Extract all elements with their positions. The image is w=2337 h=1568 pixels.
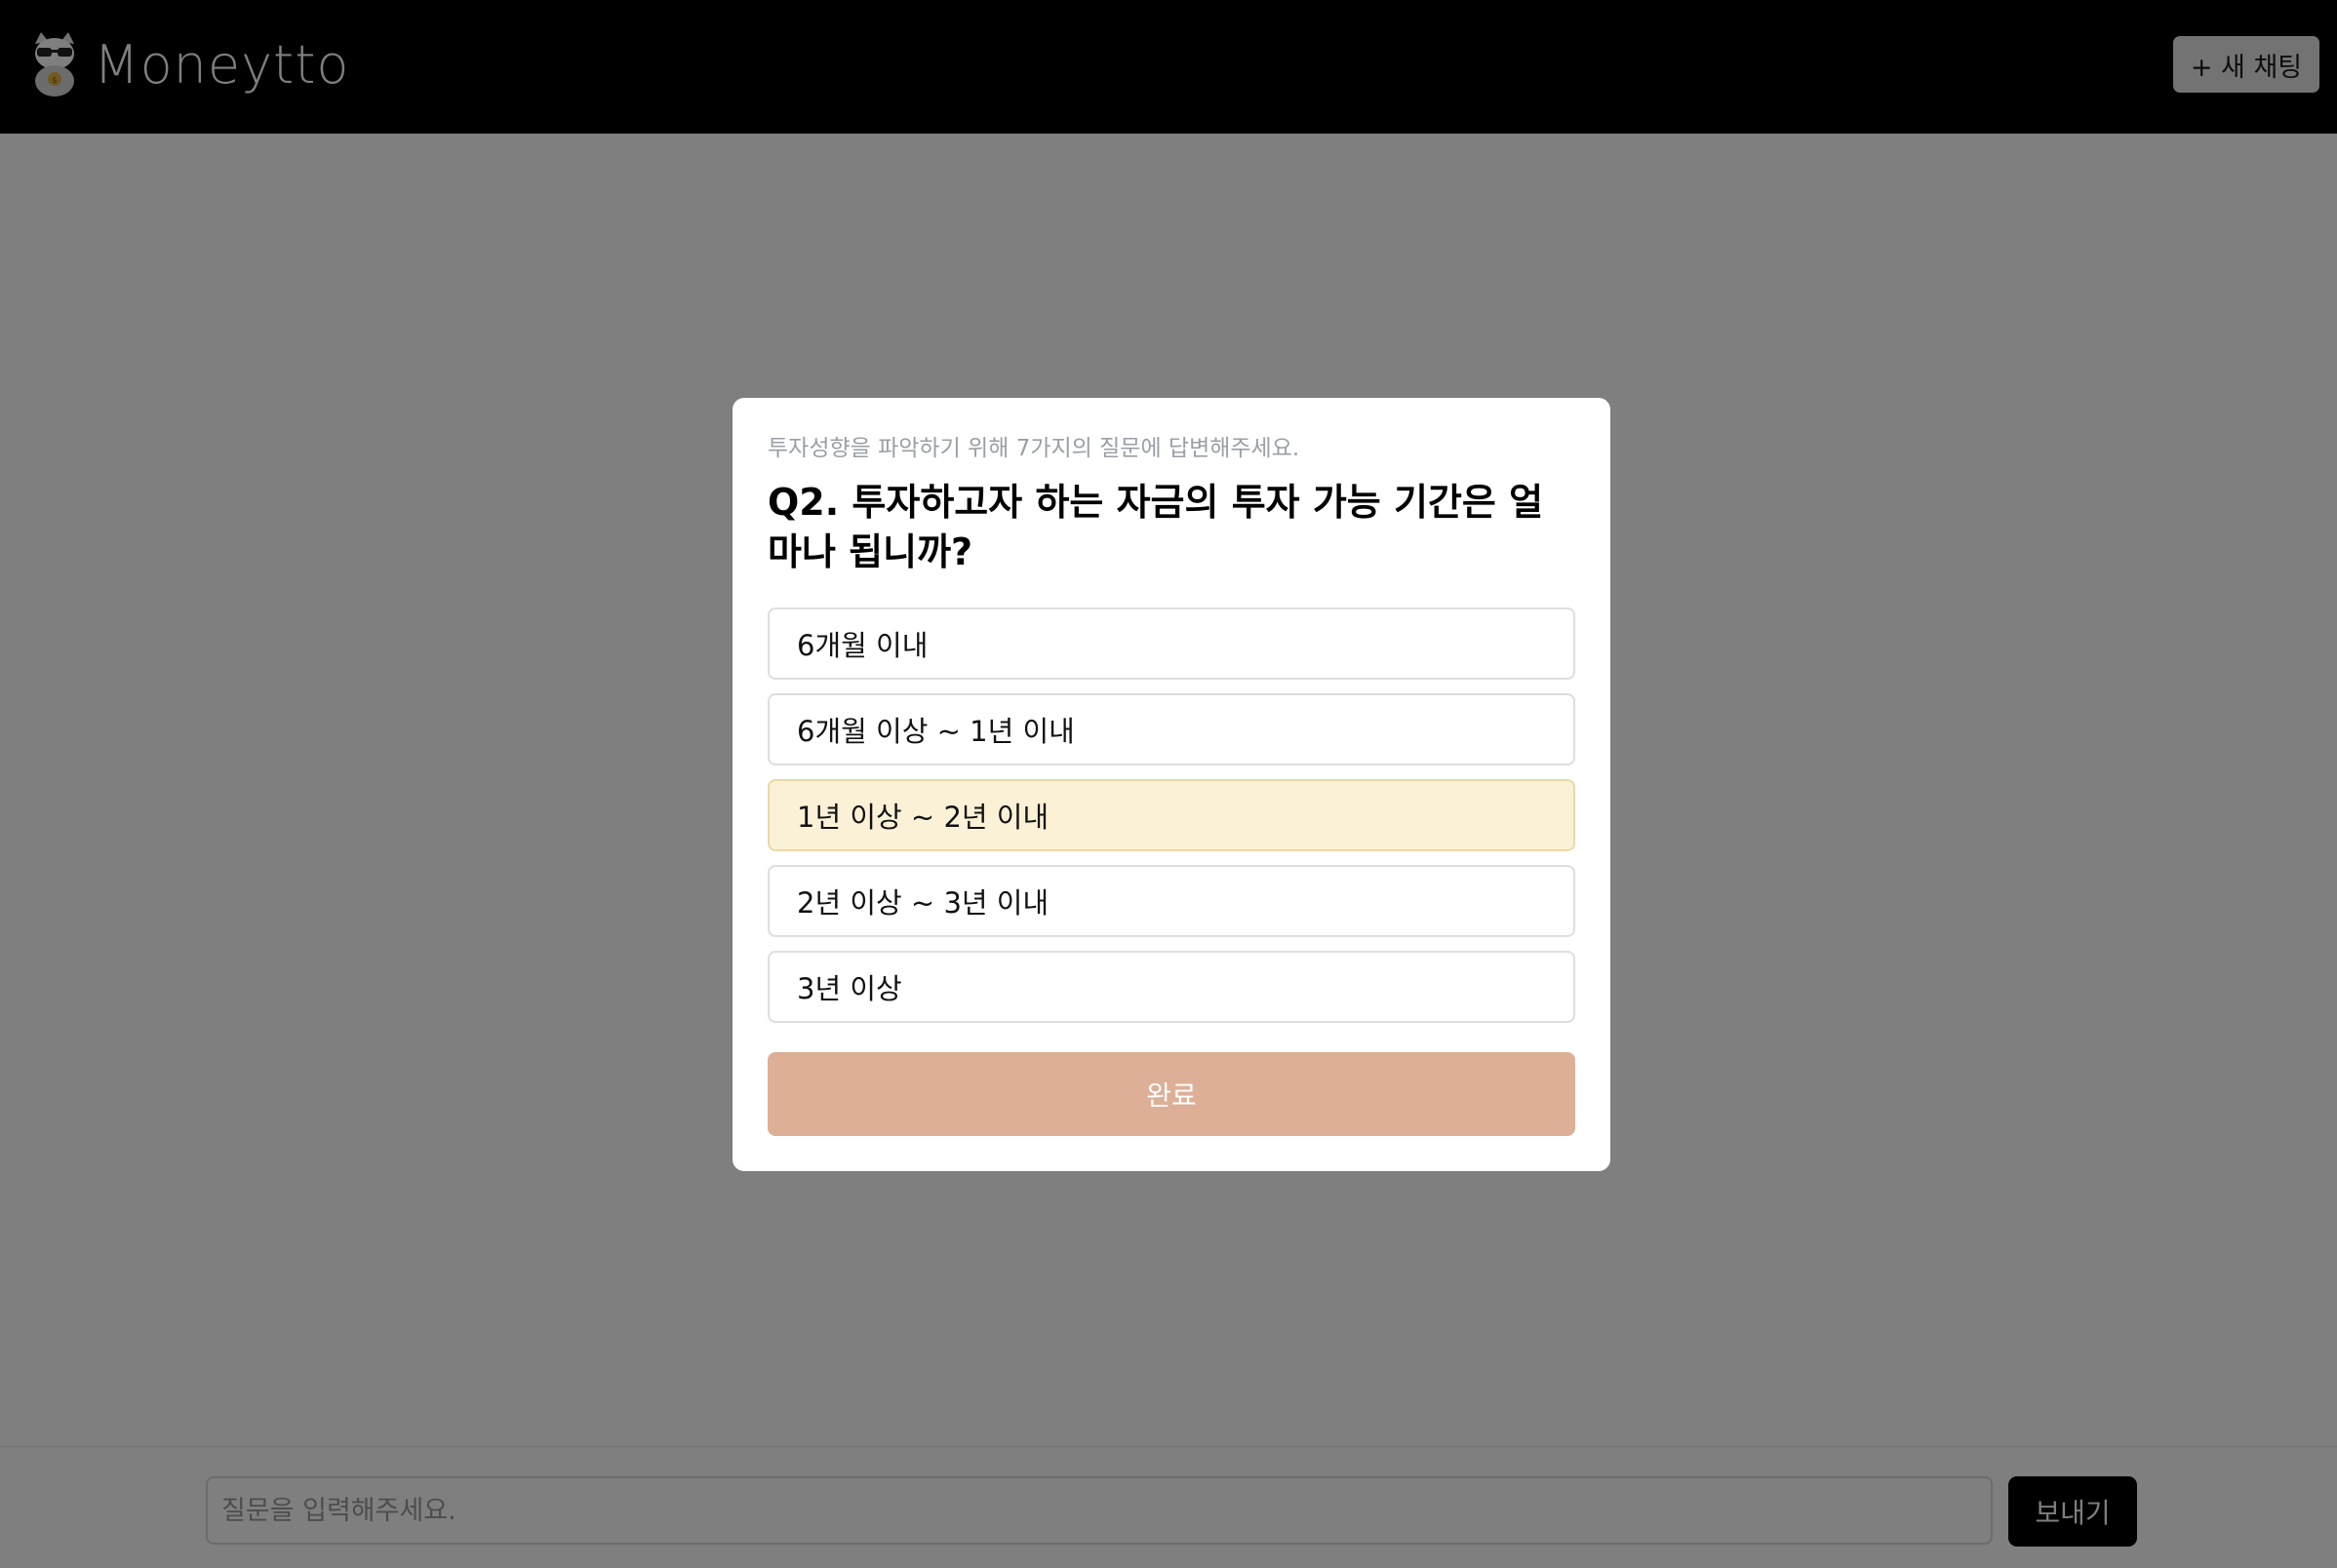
answer-option[interactable]: 6개월 이상 ~ 1년 이내 (768, 692, 1575, 765)
survey-intro: 투자성향을 파악하기 위해 7가지의 질문에 답변해주세요. (768, 436, 1300, 461)
answer-options: 6개월 이내 6개월 이상 ~ 1년 이내 1년 이상 ~ 2년 이내 2년 이… (768, 607, 1575, 1037)
answer-option[interactable]: 2년 이상 ~ 3년 이내 (768, 864, 1575, 937)
done-button[interactable]: 완료 (768, 1051, 1575, 1136)
header-dim-overlay (0, 0, 2337, 134)
app-root: $ Moneytto + 새 채팅 보내기 투자성향을 파악하기 위해 7가지의… (0, 0, 2337, 1568)
answer-option[interactable]: 6개월 이내 (768, 607, 1575, 680)
survey-modal: 투자성향을 파악하기 위해 7가지의 질문에 답변해주세요. Q2. 투자하고자… (733, 398, 1610, 1171)
answer-option-selected[interactable]: 1년 이상 ~ 2년 이내 (768, 778, 1575, 851)
answer-option[interactable]: 3년 이상 (768, 950, 1575, 1023)
survey-question: Q2. 투자하고자 하는 자금의 투자 가능 기간은 얼마나 됩니까? (768, 481, 1544, 574)
